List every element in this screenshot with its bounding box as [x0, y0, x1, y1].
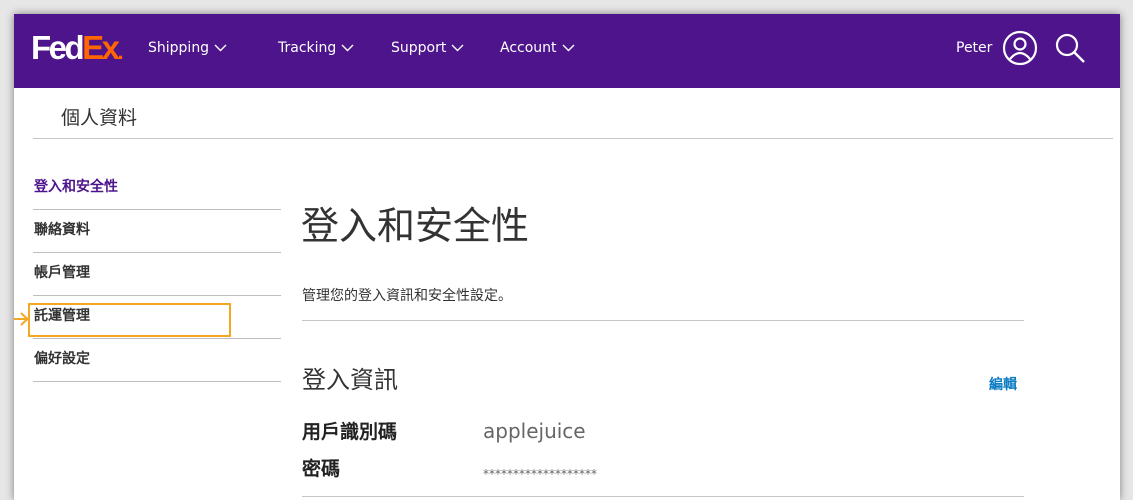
arrow-right-icon — [14, 312, 29, 326]
field-divider — [302, 496, 1024, 497]
sidebar-item-label: 偏好設定 — [34, 351, 90, 367]
chevron-down-icon — [451, 44, 464, 52]
chevron-down-icon — [562, 44, 575, 52]
edit-link[interactable]: 編輯 — [989, 374, 1017, 394]
sidebar-item-login-security[interactable]: 登入和安全性 — [33, 167, 281, 210]
nav-shipping[interactable]: Shipping — [148, 38, 227, 58]
user-name[interactable]: Peter — [956, 38, 992, 58]
user-circle-icon[interactable] — [1002, 30, 1038, 66]
login-info-heading: 登入資訊 — [302, 366, 398, 394]
sidebar-item-label: 聯絡資料 — [34, 222, 90, 238]
fedex-logo[interactable]: FedEx. — [31, 28, 124, 72]
chevron-down-icon — [341, 44, 354, 52]
sidebar-item-account-management[interactable]: 帳戶管理 — [33, 253, 281, 296]
user-id-label: 用戶識別碼 — [302, 421, 398, 443]
page-title: 個人資料 — [61, 107, 138, 129]
section-divider — [302, 320, 1024, 321]
main-heading: 登入和安全性 — [301, 204, 530, 248]
sidebar-item-preferences[interactable]: 偏好設定 — [33, 339, 281, 382]
search-icon[interactable] — [1052, 30, 1088, 66]
nav-support[interactable]: Support — [391, 38, 464, 58]
browser-viewport: FedEx. Shipping Tracking Support Account… — [14, 14, 1120, 500]
main-description: 管理您的登入資訊和安全性設定。 — [302, 288, 512, 304]
highlight-box — [28, 303, 231, 337]
chevron-down-icon — [214, 44, 227, 52]
title-divider — [33, 138, 1113, 139]
top-navigation-bar: FedEx. Shipping Tracking Support Account… — [14, 14, 1120, 88]
user-id-value: applejuice — [483, 419, 586, 443]
password-value: ******************* — [483, 467, 597, 481]
sidebar-item-label: 登入和安全性 — [34, 179, 118, 195]
nav-tracking-label: Tracking — [278, 40, 337, 56]
nav-tracking[interactable]: Tracking — [278, 38, 354, 58]
password-label: 密碼 — [302, 458, 341, 480]
nav-account-label: Account — [500, 40, 557, 56]
nav-account[interactable]: Account — [500, 38, 575, 58]
sidebar-item-contact-info[interactable]: 聯絡資料 — [33, 210, 281, 253]
nav-support-label: Support — [391, 40, 447, 56]
nav-shipping-label: Shipping — [148, 40, 210, 56]
sidebar-item-label: 帳戶管理 — [34, 265, 90, 281]
